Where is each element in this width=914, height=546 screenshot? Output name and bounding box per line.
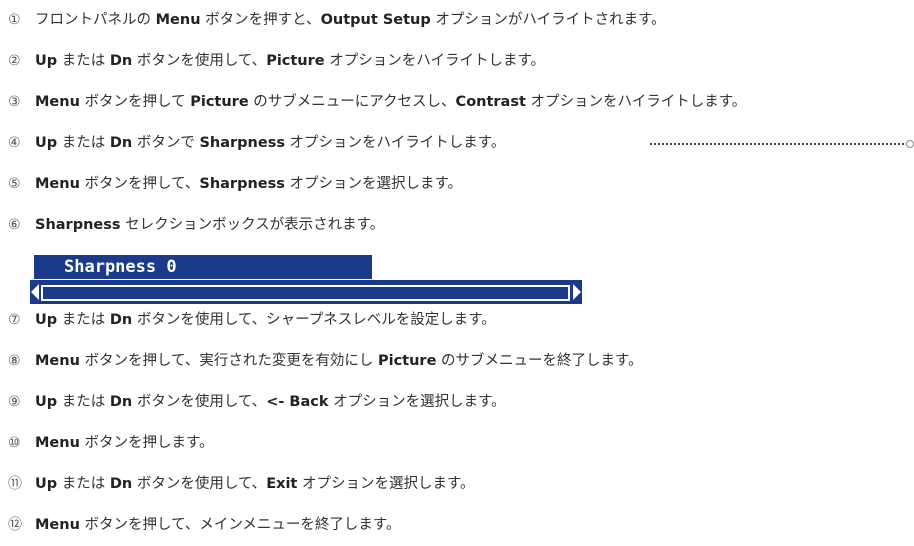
step-number: ⑧ [8,353,21,369]
step-text-segment: オプションをハイライトします。 [284,135,506,151]
step-text-segment: ボタンを使用して、シャープネスレベルを設定します。 [132,312,496,328]
step-text: Menu ボタンを押して Picture のサブメニューにアクセスし、Contr… [35,92,746,112]
emphasis-term: Up [35,135,58,151]
emphasis-term: Sharpness [199,135,285,151]
emphasis-term: Menu [35,94,80,110]
step-text-segment: オプションをハイライトします。 [525,94,747,110]
emphasis-term: Dn [109,312,133,328]
emphasis-term: Sharpness [35,217,121,233]
emphasis-term: Dn [109,394,133,410]
step-text-segment: ボタンを押して [79,94,191,110]
step-number: ⑥ [8,217,21,233]
step-text-segment: ボタンを押すと、 [200,12,321,28]
step-text-segment: または [57,135,110,151]
step-text-segment: ボタンを使用して、 [132,476,267,492]
step-text-segment: または [57,53,110,69]
step-text-segment: のサブメニューにアクセスし、 [248,94,456,110]
step-number: ① [8,12,21,28]
step-text: Sharpness セレクションボックスが表示されます。 [35,215,384,235]
triangle-left-icon [31,284,39,300]
step-number: ③ [8,94,21,110]
triangle-right-icon [573,284,581,300]
emphasis-term: Up [35,476,58,492]
emphasis-term: Picture [190,94,249,110]
emphasis-term: Picture [377,353,437,369]
step-text-segment: オプションを選択します。 [328,394,506,410]
emphasis-term: Dn [109,53,133,69]
step-number: ④ [8,135,21,151]
step-number: ⑨ [8,394,21,410]
emphasis-term: Sharpness [199,176,285,192]
step-text: Up または Dn ボタンを使用して、Picture オプションをハイライトしま… [35,51,545,71]
step-text: Up または Dn ボタンを使用して、Exit オプションを選択します。 [35,474,475,494]
step-text: フロントパネルの Menu ボタンを押すと、Output Setup オプション… [35,10,666,30]
step-text: Menu ボタンを押します。 [35,433,214,453]
emphasis-term: Menu [35,517,80,533]
sharpness-osd-illustration: Sharpness 0 [30,255,582,304]
emphasis-term: Contrast [455,94,526,110]
emphasis-term: Picture [266,53,325,69]
step-number: ⑩ [8,435,21,451]
emphasis-term: Dn [109,476,133,492]
osd-title: Sharpness 0 [34,255,372,279]
emphasis-term: Menu [35,353,80,369]
emphasis-term: Up [35,394,58,410]
step-text-segment: ボタンを押して、 [79,176,200,192]
step-text-segment: オプションを選択します。 [297,476,475,492]
step-number: ⑦ [8,312,21,328]
step-text-segment: または [57,312,110,328]
emphasis-term: Menu [35,435,80,451]
step-text: Up または Dn ボタンを使用して、<- Back オプションを選択します。 [35,392,506,412]
step-text-segment: オプションを選択します。 [284,176,463,192]
emphasis-term: Menu [155,12,201,28]
emphasis-term: Up [35,312,58,328]
step-text-segment: ボタンを押して、実行された変更を有効にし [79,353,378,369]
step-number: ⑤ [8,176,21,192]
step-text: Menu ボタンを押して、Sharpness オプションを選択します。 [35,174,462,194]
emphasis-term: Menu [35,176,80,192]
callout-dot-icon [906,140,914,148]
step-text-segment: ボタンで [132,135,200,151]
step-number: ⑫ [8,517,22,533]
emphasis-term: Up [35,53,58,69]
step-text-segment: ボタンを使用して、 [132,53,267,69]
step-text: Up または Dn ボタンで Sharpness オプションをハイライトします。 [35,133,505,153]
step-text-segment: オプションがハイライトされます。 [430,12,666,28]
osd-slider-bar [30,280,582,304]
emphasis-term: Dn [109,135,133,151]
step-text-segment: または [57,476,110,492]
step-text-segment: のサブメニューを終了します。 [436,353,643,369]
emphasis-term: Exit [266,476,298,492]
step-text-segment: オプションをハイライトします。 [324,53,545,69]
emphasis-term: Output Setup [320,12,431,28]
step-text-segment: フロントパネルの [35,12,156,28]
callout-leader-line [650,143,912,145]
emphasis-term: <- Back [266,394,329,410]
osd-slider-track [41,285,570,301]
step-text-segment: または [57,394,110,410]
step-text: Menu ボタンを押して、実行された変更を有効にし Picture のサブメニュ… [35,351,643,371]
step-text: Menu ボタンを押して、メインメニューを終了します。 [35,515,400,535]
step-text-segment: ボタンを使用して、 [132,394,267,410]
step-number: ⑪ [8,476,22,492]
step-text: Up または Dn ボタンを使用して、シャープネスレベルを設定します。 [35,310,496,330]
step-text-segment: セレクションボックスが表示されます。 [120,217,385,233]
step-text-segment: ボタンを押します。 [79,435,214,451]
step-text-segment: ボタンを押して、メインメニューを終了します。 [79,517,401,533]
step-number: ② [8,53,21,69]
